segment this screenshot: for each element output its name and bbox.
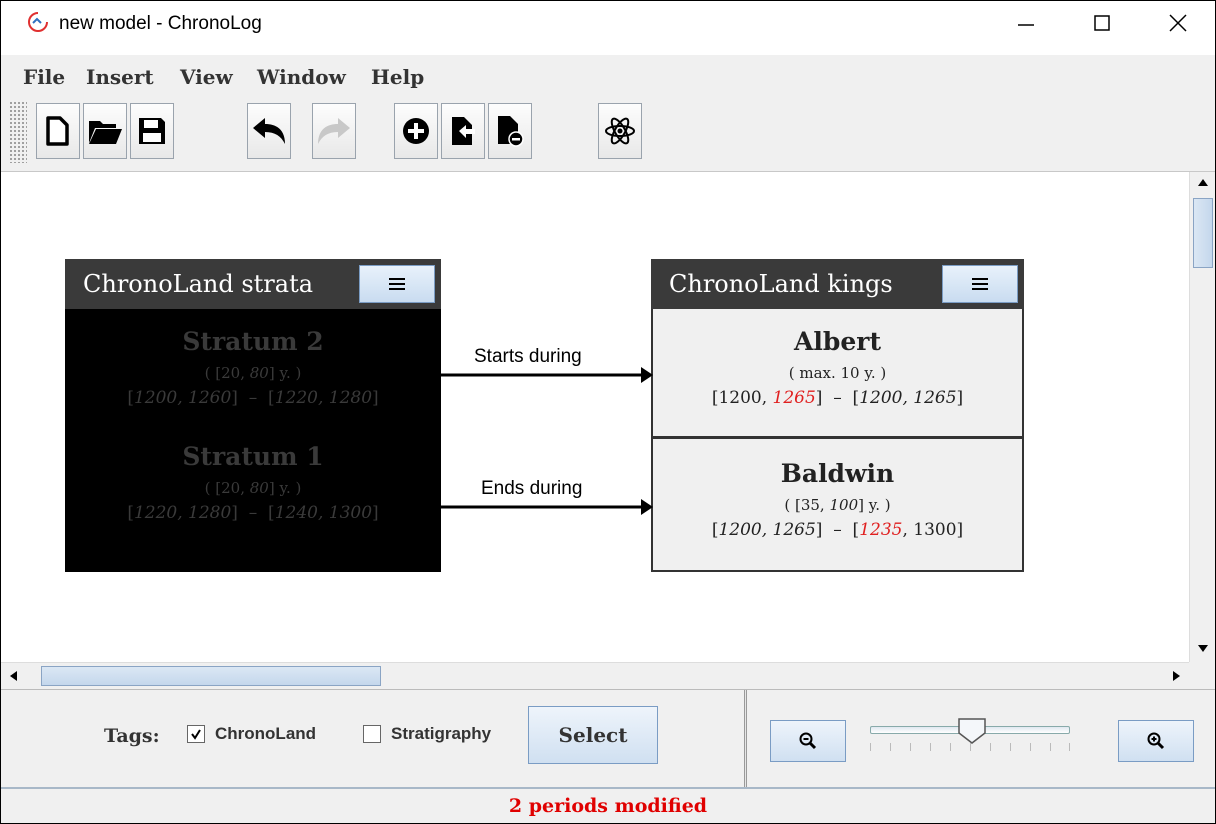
zoom-out-button[interactable] bbox=[770, 720, 846, 762]
checkmark-icon bbox=[191, 729, 201, 740]
zoom-slider-ticks bbox=[870, 743, 1070, 753]
save-icon bbox=[139, 118, 165, 144]
edge-starts-during[interactable] bbox=[441, 367, 653, 383]
add-circle-icon bbox=[403, 118, 429, 144]
minimize-button[interactable] bbox=[991, 1, 1061, 45]
horizontal-scroll-thumb[interactable] bbox=[41, 666, 381, 686]
redo-icon bbox=[318, 118, 350, 144]
panel-divider bbox=[744, 690, 747, 788]
tag-label-stratigraphy[interactable]: Stratigraphy bbox=[391, 724, 491, 744]
atom-button[interactable] bbox=[598, 103, 642, 159]
vertical-scrollbar[interactable] bbox=[1189, 172, 1215, 662]
save-button[interactable] bbox=[130, 103, 174, 159]
title-bar: new model - ChronoLog bbox=[1, 1, 1215, 55]
undo-button[interactable] bbox=[247, 103, 291, 159]
close-icon bbox=[1169, 14, 1187, 32]
bottom-panel: Tags: ChronoLand Stratigraphy Select bbox=[1, 689, 1215, 788]
select-button[interactable]: Select bbox=[528, 706, 658, 764]
export-button[interactable] bbox=[488, 103, 532, 159]
import-icon bbox=[452, 117, 475, 145]
scroll-down-icon[interactable] bbox=[1197, 644, 1209, 654]
import-button[interactable] bbox=[441, 103, 485, 159]
zoom-in-icon bbox=[1147, 732, 1165, 750]
chronolog-app-icon bbox=[28, 12, 48, 32]
status-message: 2 periods modified bbox=[508, 795, 708, 817]
menu-window[interactable]: Window bbox=[257, 65, 346, 89]
scroll-left-icon[interactable] bbox=[9, 670, 19, 682]
open-folder-icon bbox=[89, 121, 122, 144]
scroll-corner bbox=[1189, 662, 1215, 688]
scroll-up-icon[interactable] bbox=[1197, 178, 1209, 188]
zoom-slider-thumb[interactable] bbox=[957, 717, 987, 745]
menu-help[interactable]: Help bbox=[371, 65, 424, 89]
edges-layer bbox=[441, 367, 653, 515]
add-period-button[interactable] bbox=[394, 103, 438, 159]
status-bar: 2 periods modified bbox=[1, 787, 1215, 823]
undo-icon bbox=[253, 118, 285, 144]
export-icon bbox=[498, 116, 524, 147]
toolbar-grip[interactable] bbox=[9, 101, 27, 163]
edge-label: Ends during bbox=[481, 478, 583, 499]
menu-view[interactable]: View bbox=[180, 65, 233, 89]
new-button[interactable] bbox=[36, 103, 80, 159]
minimize-icon bbox=[1018, 24, 1034, 26]
menu-insert[interactable]: Insert bbox=[86, 65, 154, 89]
tag-checkbox-stratigraphy[interactable] bbox=[363, 725, 381, 743]
atom-icon bbox=[605, 117, 635, 145]
edge-label: Starts during bbox=[474, 346, 582, 367]
close-button[interactable] bbox=[1143, 1, 1213, 45]
menu-bar: File Insert View Window Help bbox=[1, 55, 1215, 97]
new-file-icon bbox=[46, 116, 69, 146]
tag-checkbox-chronoland[interactable] bbox=[187, 725, 205, 743]
horizontal-scrollbar[interactable] bbox=[1, 662, 1189, 689]
zoom-out-icon bbox=[799, 732, 817, 750]
vertical-scroll-thumb[interactable] bbox=[1193, 198, 1213, 268]
toolbar bbox=[1, 97, 1215, 172]
maximize-button[interactable] bbox=[1067, 1, 1137, 45]
open-button[interactable] bbox=[83, 103, 127, 159]
menu-file[interactable]: File bbox=[23, 65, 65, 89]
window-title: new model - ChronoLog bbox=[59, 13, 262, 34]
tag-label-chronoland[interactable]: ChronoLand bbox=[215, 724, 316, 744]
app-window: new model - ChronoLog File Insert View W… bbox=[0, 0, 1216, 824]
scroll-right-icon[interactable] bbox=[1171, 670, 1181, 682]
maximize-icon bbox=[1094, 15, 1110, 31]
edge-ends-during[interactable] bbox=[441, 499, 653, 515]
model-canvas[interactable]: ChronoLand strata Stratum 2 ( [20, 80] y… bbox=[1, 172, 1189, 662]
tags-label: Tags: bbox=[104, 725, 160, 747]
redo-button[interactable] bbox=[312, 103, 356, 159]
zoom-in-button[interactable] bbox=[1118, 720, 1194, 762]
